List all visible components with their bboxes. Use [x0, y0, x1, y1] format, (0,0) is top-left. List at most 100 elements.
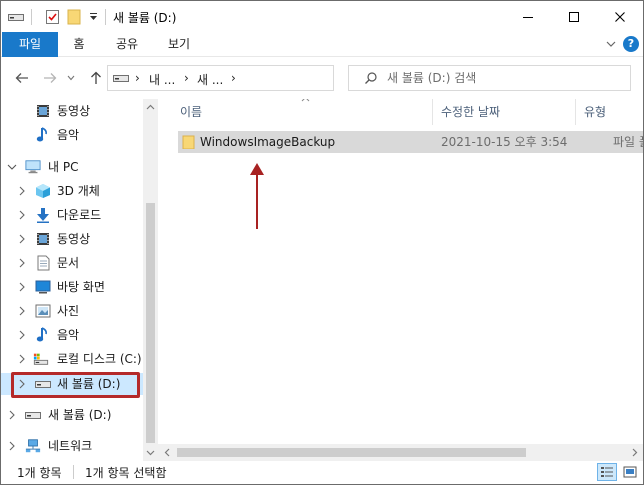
sidebar-item-music[interactable]: 음악 [1, 324, 143, 346]
drive-icon [25, 407, 41, 423]
sidebar-item-3d-objects[interactable]: 3D 개체 [1, 180, 143, 202]
file-row[interactable]: WindowsImageBackup 2021-10-15 오후 3:54 파일… [178, 131, 643, 153]
minimize-button[interactable] [505, 1, 551, 32]
drive-icon [113, 72, 129, 86]
expand-chevron-icon[interactable] [7, 435, 17, 457]
sidebar-item-videos-quick[interactable]: 동영상 [1, 100, 143, 122]
nav-pane-scrollbar[interactable] [143, 99, 158, 461]
forward-button[interactable] [41, 69, 59, 87]
status-bar: 1개 항목 1개 항목 선택함 [1, 461, 643, 484]
music-icon [35, 127, 51, 143]
breadcrumb-separator[interactable]: › [231, 71, 236, 85]
tab-view[interactable]: 보기 [159, 32, 199, 57]
large-icons-view-button[interactable] [620, 463, 640, 481]
expand-chevron-icon[interactable] [17, 348, 27, 370]
column-header-modified[interactable]: 수정한 날짜 [441, 99, 500, 125]
scrollbar-thumb[interactable] [146, 203, 155, 443]
column-header-type[interactable]: 유형 [584, 99, 606, 125]
drive-icon [7, 8, 25, 26]
expand-chevron-icon[interactable] [17, 252, 27, 274]
expand-chevron-icon[interactable] [17, 204, 27, 226]
sidebar-item-label: 음악 [57, 128, 80, 142]
file-list-horizontal-scrollbar[interactable] [158, 444, 643, 461]
file-list: 이름 수정한 날짜 유형 WindowsImageBackup 2021-10-… [158, 99, 643, 461]
sidebar-item-network[interactable]: 네트워크 [1, 435, 143, 457]
sidebar-item-label: 문서 [57, 256, 80, 270]
help-icon[interactable]: ? [623, 36, 639, 52]
sidebar-item-music-quick[interactable]: 음악 [1, 124, 143, 146]
details-view-button[interactable] [597, 463, 617, 481]
column-divider[interactable] [432, 99, 433, 125]
address-bar[interactable]: › 내 ... › 새 ... › [107, 65, 435, 91]
video-icon [35, 231, 51, 247]
status-separator [73, 465, 74, 479]
expand-chevron-icon[interactable] [17, 228, 27, 250]
pictures-icon [35, 303, 51, 319]
explorer-window: 새 볼륨 (D:) 파일 홈 공유 보기 ? › 내 ... › 새 ... ›… [0, 0, 644, 485]
sidebar-item-label: 바탕 화면 [57, 280, 105, 294]
customize-toolbar-icon[interactable] [86, 8, 100, 26]
up-button[interactable] [87, 69, 105, 87]
sidebar-item-desktop[interactable]: 바탕 화면 [1, 276, 143, 298]
sort-ascending-icon [301, 99, 310, 105]
file-type: 파일 폴더 [613, 135, 643, 149]
sidebar-item-pictures[interactable]: 사진 [1, 300, 143, 322]
document-icon [35, 255, 51, 271]
expand-ribbon-icon[interactable] [605, 37, 617, 54]
sidebar-item-label: 로컬 디스크 (C:) [57, 352, 142, 366]
column-header-name[interactable]: 이름 [180, 99, 202, 125]
file-modified-date: 2021-10-15 오후 3:54 [441, 135, 568, 149]
maximize-button[interactable] [551, 1, 597, 32]
expand-chevron-icon[interactable] [17, 324, 27, 346]
collapse-chevron-icon[interactable] [7, 156, 17, 178]
annotation-highlight-box [11, 372, 140, 398]
search-input[interactable] [387, 70, 617, 86]
tab-share[interactable]: 공유 [107, 32, 147, 57]
desktop-icon [35, 279, 51, 295]
sidebar-item-label: 네트워크 [48, 439, 93, 453]
navigation-bar: › 내 ... › 새 ... › [1, 57, 643, 99]
sidebar-item-local-disk-c[interactable]: 로컬 디스크 (C:) [1, 348, 143, 370]
sidebar-item-downloads[interactable]: 다운로드 [1, 204, 143, 226]
back-button[interactable] [13, 69, 31, 87]
scroll-right-icon[interactable] [630, 448, 639, 457]
sidebar-item-label: 동영상 [57, 104, 91, 118]
expand-chevron-icon[interactable] [17, 180, 27, 202]
breadcrumb-separator[interactable]: › [135, 71, 140, 85]
close-button[interactable] [597, 1, 643, 32]
breadcrumb-drive[interactable]: 새 ... [197, 71, 223, 88]
file-name: WindowsImageBackup [200, 135, 336, 149]
scroll-down-icon[interactable] [146, 448, 155, 457]
expand-chevron-icon[interactable] [7, 404, 17, 426]
sidebar-item-label: 음악 [57, 328, 80, 342]
local-disk-icon [33, 351, 49, 367]
navigation-pane: 동영상 음악 내 PC 3D 개체 다운로드 동영상 문서 바탕 화면 사진 음… [1, 99, 158, 461]
tab-file[interactable]: 파일 [2, 32, 58, 57]
selection-count: 1개 항목 선택함 [85, 466, 167, 480]
recent-locations-button[interactable] [65, 69, 77, 87]
expand-chevron-icon[interactable] [17, 276, 27, 298]
sidebar-item-documents[interactable]: 문서 [1, 252, 143, 274]
search-icon [364, 71, 378, 88]
ribbon-tabs: 파일 홈 공유 보기 ? [1, 32, 643, 57]
scrollbar-thumb[interactable] [177, 448, 526, 457]
sidebar-item-label: 3D 개체 [57, 184, 100, 198]
scroll-up-icon[interactable] [146, 103, 155, 112]
tab-home[interactable]: 홈 [63, 32, 95, 57]
expand-chevron-icon[interactable] [17, 300, 27, 322]
breadcrumb-separator[interactable]: › [184, 71, 189, 85]
sidebar-item-videos[interactable]: 동영상 [1, 228, 143, 250]
breadcrumb-this-pc[interactable]: 내 ... [149, 71, 175, 88]
separator [104, 8, 106, 26]
sidebar-item-new-volume-d-root[interactable]: 새 볼륨 (D:) [1, 404, 143, 426]
properties-icon[interactable] [43, 8, 61, 26]
pc-icon [25, 159, 41, 175]
music-icon [35, 327, 51, 343]
sidebar-item-label: 다운로드 [57, 208, 102, 222]
item-count: 1개 항목 [17, 466, 62, 480]
sidebar-item-this-pc[interactable]: 내 PC [1, 156, 143, 178]
column-divider[interactable] [575, 99, 576, 125]
search-box[interactable] [348, 65, 631, 91]
new-folder-icon[interactable] [65, 8, 83, 26]
scroll-left-icon[interactable] [163, 448, 172, 457]
